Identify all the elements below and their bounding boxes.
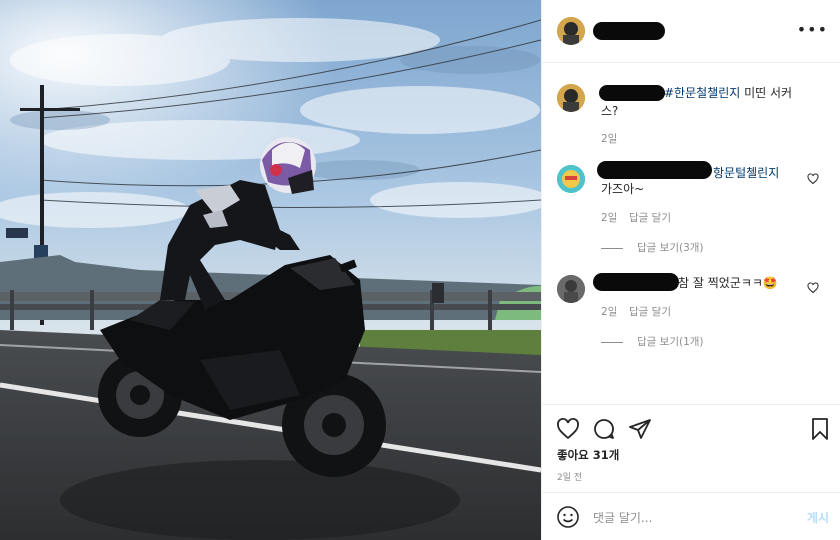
- emoji-icon[interactable]: [556, 505, 580, 529]
- author-avatar[interactable]: [557, 17, 585, 45]
- heart-icon[interactable]: [556, 417, 580, 441]
- avatar-image: [557, 165, 585, 193]
- comment-item: 항문털첼린지 가즈아~ 2일 답글 달기 답글 보기(3개): [542, 155, 840, 255]
- action-bar: 좋아요 31개 2일 전 댓글 달기... 게시: [542, 404, 840, 540]
- post-photo[interactable]: [0, 0, 541, 540]
- comment-text: 참 잘 찍었군ㅋㅋ🤩: [678, 276, 778, 290]
- mention-link[interactable]: 항문털첼린지: [713, 166, 779, 180]
- share-icon[interactable]: [628, 417, 652, 441]
- view-replies-label: 답글 보기(1개): [637, 336, 704, 348]
- comment-input[interactable]: 댓글 달기...: [593, 509, 652, 526]
- avatar-image: [557, 275, 585, 303]
- comment-item: 참 잘 찍었군ㅋㅋ🤩 2일 답글 달기 답글 보기(1개): [542, 265, 840, 355]
- heart-icon[interactable]: [807, 282, 819, 294]
- caption-tail: 미띤 서커: [740, 86, 793, 100]
- post-button[interactable]: 게시: [807, 509, 829, 526]
- caption-avatar[interactable]: [557, 84, 585, 112]
- reply-line: [601, 341, 623, 343]
- hashtag-link[interactable]: #한문철챌린지: [664, 86, 740, 100]
- heart-icon[interactable]: [807, 173, 819, 185]
- reply-button[interactable]: 답글 달기: [629, 210, 671, 225]
- bookmark-icon[interactable]: [808, 417, 832, 441]
- motorcycle-photo: [0, 0, 541, 540]
- caption-text: #한문철챌린지 미띤 서커: [664, 85, 792, 101]
- comment-tag: 항문털첼린지: [713, 165, 779, 181]
- more-options-icon[interactable]: •••: [797, 20, 828, 39]
- redacted-username[interactable]: [593, 22, 665, 40]
- likes-count[interactable]: 좋아요 31개: [557, 447, 619, 463]
- caption-line2: 스?: [601, 104, 619, 118]
- post-sidebar: ••• #한문철챌린지 미띤 서커 스? 2일 항문털첼린지 가즈아~ 2일 답…: [541, 0, 840, 540]
- redacted-username[interactable]: [599, 85, 665, 101]
- reply-button[interactable]: 답글 달기: [629, 304, 671, 319]
- comment-icon[interactable]: [592, 417, 616, 441]
- redacted-username[interactable]: [593, 273, 679, 291]
- avatar-image: [557, 17, 585, 45]
- comment-text: 가즈아~: [601, 182, 645, 196]
- reply-line: [601, 247, 623, 249]
- comment-time[interactable]: 2일: [601, 210, 617, 225]
- avatar-image: [557, 84, 585, 112]
- caption-block: #한문철챌린지 미띤 서커 스? 2일: [542, 63, 840, 153]
- redacted-username[interactable]: [597, 161, 712, 179]
- comment-time[interactable]: 2일: [601, 304, 617, 319]
- commenter-avatar[interactable]: [557, 165, 585, 193]
- post-header: •••: [542, 0, 840, 63]
- view-replies-label: 답글 보기(3개): [637, 242, 704, 254]
- view-replies-button[interactable]: 답글 보기(3개): [601, 240, 704, 255]
- view-replies-button[interactable]: 답글 보기(1개): [601, 334, 704, 349]
- commenter-avatar[interactable]: [557, 275, 585, 303]
- caption-time[interactable]: 2일: [601, 131, 617, 146]
- comment-composer: 댓글 달기... 게시: [542, 492, 840, 540]
- post-timestamp: 2일 전: [557, 473, 583, 483]
